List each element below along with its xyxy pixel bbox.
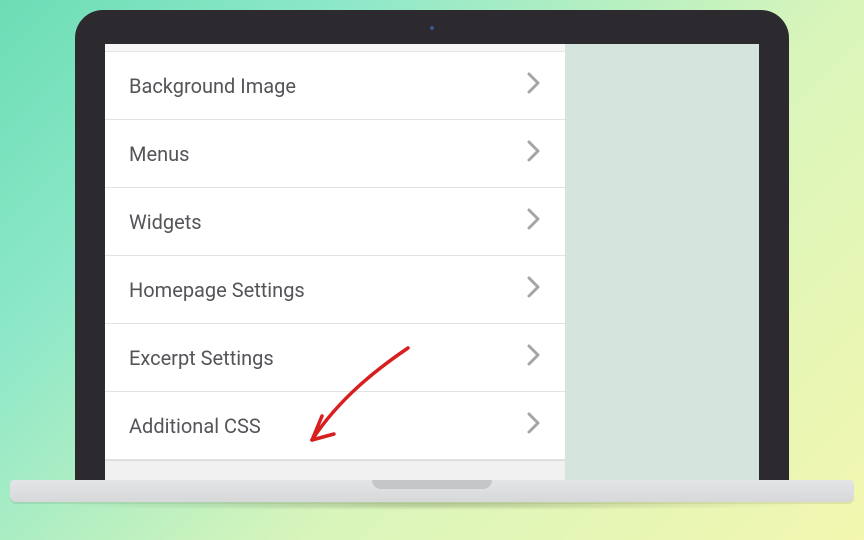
laptop-notch — [372, 480, 492, 489]
preview-area — [565, 44, 759, 485]
menu-item-additional-css[interactable]: Additional CSS — [105, 392, 565, 460]
laptop-base — [10, 480, 854, 510]
menu-item-label: Additional CSS — [129, 414, 261, 438]
screen: Background Image Menus Widgets — [105, 44, 759, 485]
chevron-right-icon — [527, 72, 541, 99]
menu-item-label: Widgets — [129, 210, 202, 234]
menu-item-widgets[interactable]: Widgets — [105, 188, 565, 256]
chevron-right-icon — [527, 344, 541, 371]
laptop-frame: Background Image Menus Widgets — [75, 10, 789, 485]
customizer-panel: Background Image Menus Widgets — [105, 44, 565, 485]
menu-item-label: Excerpt Settings — [129, 346, 274, 370]
menu-item-homepage-settings[interactable]: Homepage Settings — [105, 256, 565, 324]
menu-item-label: Homepage Settings — [129, 278, 305, 302]
menu-item-label: Background Image — [129, 74, 296, 98]
chevron-right-icon — [527, 140, 541, 167]
menu-item-menus[interactable]: Menus — [105, 120, 565, 188]
chevron-right-icon — [527, 412, 541, 439]
panel-top-strip — [105, 44, 565, 52]
chevron-right-icon — [527, 276, 541, 303]
menu-item-label: Menus — [129, 142, 189, 166]
laptop-lid: Background Image Menus Widgets — [75, 10, 789, 485]
chevron-right-icon — [527, 208, 541, 235]
camera-dot — [430, 26, 434, 30]
menu-item-background-image[interactable]: Background Image — [105, 52, 565, 120]
menu-item-excerpt-settings[interactable]: Excerpt Settings — [105, 324, 565, 392]
